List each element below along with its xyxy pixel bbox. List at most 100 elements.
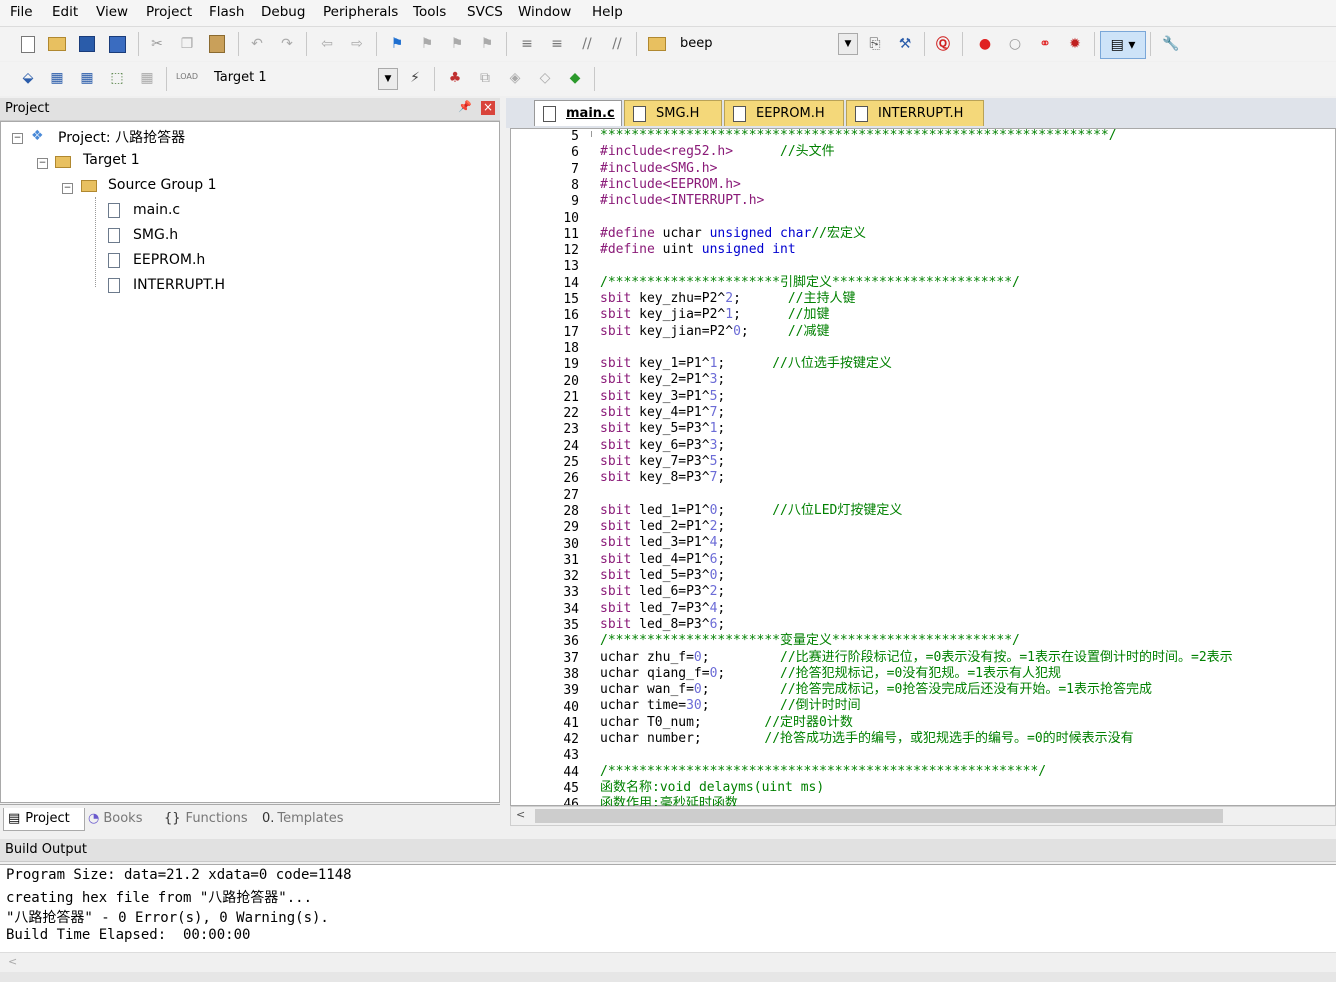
line-number: 20 — [563, 373, 579, 389]
editor-tab-bar: main.c SMG.H EEPROM.H INTERRUPT.H — [506, 98, 1336, 128]
menu-edit[interactable]: Edit — [52, 4, 78, 20]
menu-svcs[interactable]: SVCS — [467, 4, 503, 20]
build-output-panel: Program Size: data=21.2 xdata=0 code=114… — [0, 864, 1336, 953]
environment-icon[interactable]: ◆ — [564, 67, 586, 89]
target-options-icon[interactable]: ⚡ — [404, 67, 426, 89]
incremental-find-icon[interactable]: ⚒ — [894, 33, 916, 55]
file-extensions-icon[interactable]: ⧉ — [474, 67, 496, 89]
line-number: 29 — [563, 520, 579, 536]
build-icon[interactable]: ▦ — [46, 67, 68, 89]
manage-project-icon[interactable]: ♣ — [444, 67, 466, 89]
tree-group-node[interactable]: Source Group 1 — [108, 177, 217, 193]
tab-functions-label: Functions — [185, 811, 248, 826]
component-icon[interactable]: ◈ — [504, 67, 526, 89]
menu-help[interactable]: Help — [592, 4, 623, 20]
nav-back-icon[interactable]: ⇦ — [316, 33, 338, 55]
breakpoint-icon[interactable]: ● — [974, 33, 996, 55]
scroll-left-icon[interactable]: < — [516, 808, 525, 821]
window-layout-icon[interactable]: ▤ ▾ — [1100, 31, 1146, 59]
menu-peripherals[interactable]: Peripherals — [323, 4, 398, 20]
pin-icon[interactable]: 📌 — [458, 100, 472, 113]
bookmark-icon[interactable]: ⚑ — [386, 33, 408, 55]
paste-icon[interactable] — [206, 33, 228, 55]
undo-icon[interactable]: ↶ — [246, 33, 268, 55]
batch-build-icon[interactable]: ⬚ — [106, 67, 128, 89]
scroll-left-icon[interactable]: < — [8, 955, 17, 968]
next-bookmark-icon[interactable]: ⚑ — [446, 33, 468, 55]
tree-target-node[interactable]: Target 1 — [83, 152, 140, 168]
uncomment-icon[interactable]: // — [606, 33, 628, 55]
line-number: 46 — [563, 797, 579, 806]
line-number: 37 — [563, 650, 579, 666]
line-number: 38 — [563, 666, 579, 682]
tree-file-smg-h[interactable]: SMG.h — [133, 227, 178, 243]
editor-horizontal-scrollbar[interactable]: < — [510, 806, 1336, 826]
nav-forward-icon[interactable]: ⇨ — [346, 33, 368, 55]
new-file-icon[interactable] — [17, 33, 39, 55]
disable-all-breakpoints-icon[interactable]: ⚭ — [1034, 33, 1056, 55]
tab-interrupt-h[interactable]: INTERRUPT.H — [846, 100, 984, 126]
build-output-scrollbar[interactable]: < — [0, 952, 1336, 973]
save-icon[interactable] — [76, 33, 98, 55]
books-tab-icon: ◔ — [88, 811, 100, 826]
line-number: 36 — [563, 634, 579, 650]
menu-view[interactable]: View — [96, 4, 128, 20]
disable-breakpoint-icon[interactable]: ○ — [1004, 33, 1026, 55]
tab-main-c[interactable]: main.c — [534, 100, 622, 126]
line-number: 15 — [563, 292, 579, 307]
pack-installer-icon[interactable]: ◇ — [534, 67, 556, 89]
tab-eeprom-h[interactable]: EEPROM.H — [724, 100, 844, 126]
file-icon — [633, 105, 646, 122]
menu-window[interactable]: Window — [518, 4, 571, 20]
line-number: 40 — [563, 699, 579, 715]
prev-bookmark-icon[interactable]: ⚑ — [416, 33, 438, 55]
indent-icon[interactable]: ≡ — [516, 33, 538, 55]
tab-books[interactable]: ◔ Books — [84, 808, 158, 830]
menu-flash[interactable]: Flash — [209, 4, 244, 20]
collapse-icon[interactable]: − — [37, 158, 48, 169]
tree-file-interrupt-h[interactable]: INTERRUPT.H — [133, 277, 225, 293]
menu-debug[interactable]: Debug — [261, 4, 305, 20]
menu-tools[interactable]: Tools — [413, 4, 446, 20]
find-in-files-icon[interactable] — [646, 33, 668, 55]
open-folder-icon[interactable] — [46, 33, 68, 55]
kill-all-breakpoints-icon[interactable]: ✹ — [1064, 33, 1086, 55]
menu-project[interactable]: Project — [146, 4, 192, 20]
templates-tab-icon: 0. — [262, 811, 275, 826]
tree-file-main-c[interactable]: main.c — [133, 202, 180, 218]
collapse-icon[interactable]: − — [12, 133, 23, 144]
translate-icon[interactable]: ⬙ — [17, 67, 39, 89]
rebuild-icon[interactable]: ▦ — [76, 67, 98, 89]
target-select[interactable]: Target 1 ▼ — [208, 68, 398, 90]
chevron-down-icon[interactable]: ▼ — [378, 68, 398, 90]
tab-functions[interactable]: {} Functions — [160, 808, 258, 830]
tree-project-node[interactable]: Project: 八路抢答器 — [58, 127, 185, 147]
clear-bookmarks-icon[interactable]: ⚑ — [476, 33, 498, 55]
close-icon[interactable]: × — [481, 101, 495, 115]
separator — [166, 67, 167, 91]
build-output-title: Build Output — [5, 842, 87, 857]
fold-guide — [591, 131, 593, 137]
line-number: 43 — [563, 748, 579, 764]
stop-build-icon[interactable]: ▦ — [136, 67, 158, 89]
save-all-icon[interactable] — [106, 33, 128, 55]
redo-icon[interactable]: ↷ — [276, 33, 298, 55]
comment-icon[interactable]: // — [576, 33, 598, 55]
configure-icon[interactable]: 🔧 — [1160, 33, 1182, 55]
chevron-down-icon[interactable]: ▼ — [838, 33, 858, 55]
unindent-icon[interactable]: ≡ — [546, 33, 568, 55]
find-icon[interactable]: ⎘ — [864, 33, 886, 55]
tab-smg-h[interactable]: SMG.H — [624, 100, 722, 126]
cut-icon[interactable]: ✂ — [146, 33, 168, 55]
debug-session-icon[interactable]: Ⓠ — [932, 33, 954, 55]
file-icon — [108, 253, 120, 268]
copy-icon[interactable]: ❐ — [176, 33, 198, 55]
tree-file-eeprom-h[interactable]: EEPROM.h — [133, 252, 205, 268]
download-icon[interactable]: LOAD — [176, 65, 198, 87]
tab-project[interactable]: ▤ Project — [3, 808, 85, 831]
tab-templates[interactable]: 0. Templates — [258, 808, 360, 830]
find-combo[interactable]: beep ▼ — [674, 33, 858, 55]
scrollbar-thumb[interactable] — [535, 809, 1223, 823]
collapse-icon[interactable]: − — [62, 183, 73, 194]
menu-file[interactable]: File — [10, 4, 33, 20]
